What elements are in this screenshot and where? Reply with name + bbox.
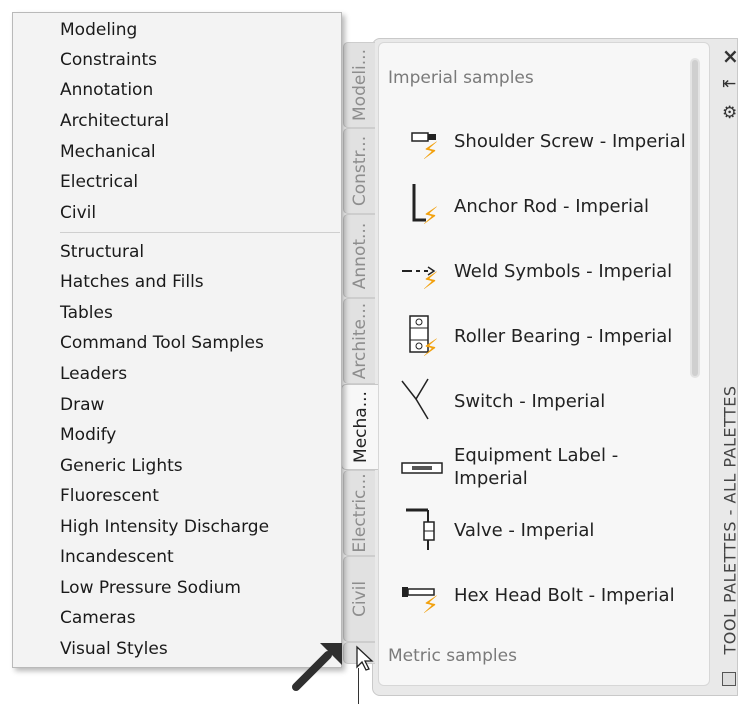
menu-item-visual-styles[interactable]: Visual Styles xyxy=(60,639,168,659)
tab-modeling[interactable]: Modeli... xyxy=(343,42,375,128)
shoulder-screw-icon: ⚡ xyxy=(398,115,450,167)
scrollbar-thumb[interactable] xyxy=(692,60,698,376)
tool-weld-symbols[interactable]: ⚡ Weld Symbols - Imperial xyxy=(398,244,688,298)
autohide-icon[interactable]: ⇤ xyxy=(722,74,736,94)
menu-item-civil[interactable]: Civil xyxy=(60,203,96,223)
close-icon[interactable]: × xyxy=(722,44,738,68)
tab-electrical[interactable]: Electric... xyxy=(343,470,375,556)
tool-switch[interactable]: Switch - Imperial xyxy=(398,374,688,428)
menu-item-mechanical[interactable]: Mechanical xyxy=(60,142,156,162)
menu-item-cameras[interactable]: Cameras xyxy=(60,608,136,628)
menu-separator xyxy=(60,232,340,233)
tool-shoulder-screw[interactable]: ⚡ Shoulder Screw - Imperial xyxy=(398,114,688,168)
properties-gear-icon[interactable]: ⚙ xyxy=(722,103,737,123)
menu-item-tables[interactable]: Tables xyxy=(60,303,113,323)
tab-civil[interactable]: Civil xyxy=(343,556,375,642)
roller-bearing-icon: ⚡ xyxy=(398,310,450,362)
tab-architectural[interactable]: Archite... xyxy=(343,298,375,384)
menu-item-annotation[interactable]: Annotation xyxy=(60,80,153,100)
tab-constraints[interactable]: Constr... xyxy=(343,128,375,214)
section-metric-samples: Metric samples xyxy=(388,646,517,666)
equipment-label-icon xyxy=(398,441,450,493)
tool-anchor-rod[interactable]: ⚡ Anchor Rod - Imperial xyxy=(398,179,688,233)
hex-head-bolt-icon: ⚡ xyxy=(398,569,450,621)
tab-annotation[interactable]: Annot... xyxy=(343,214,375,298)
section-imperial-samples: Imperial samples xyxy=(388,68,534,88)
menu-item-hatches-and-fills[interactable]: Hatches and Fills xyxy=(60,272,204,292)
palette-menu-icon[interactable] xyxy=(722,672,736,686)
tool-hex-head-bolt[interactable]: ⚡ Hex Head Bolt - Imperial xyxy=(398,568,688,622)
menu-item-command-tool-samples[interactable]: Command Tool Samples xyxy=(60,333,264,353)
weld-symbols-icon: ⚡ xyxy=(402,266,439,295)
tool-valve[interactable]: Valve - Imperial xyxy=(398,503,688,557)
menu-item-generic-lights[interactable]: Generic Lights xyxy=(60,456,183,476)
callout-arrow-icon xyxy=(292,643,342,691)
valve-icon xyxy=(398,504,450,556)
palette-title: TOOL PALETTES - ALL PALETTES xyxy=(720,385,738,655)
menu-item-modify[interactable]: Modify xyxy=(60,425,116,445)
menu-item-architectural[interactable]: Architectural xyxy=(60,111,169,131)
menu-item-fluorescent[interactable]: Fluorescent xyxy=(60,486,159,506)
menu-item-constraints[interactable]: Constraints xyxy=(60,50,157,70)
menu-item-high-intensity-discharge[interactable]: High Intensity Discharge xyxy=(60,517,269,537)
switch-icon xyxy=(398,375,450,427)
menu-item-incandescent[interactable]: Incandescent xyxy=(60,547,174,567)
menu-item-structural[interactable]: Structural xyxy=(60,242,144,262)
divider-line xyxy=(358,668,359,704)
menu-item-electrical[interactable]: Electrical xyxy=(60,172,138,192)
tab-mechanical[interactable]: Mecha... xyxy=(341,384,379,470)
menu-item-leaders[interactable]: Leaders xyxy=(60,364,127,384)
anchor-rod-icon: ⚡ xyxy=(398,180,450,232)
menu-item-low-pressure-sodium[interactable]: Low Pressure Sodium xyxy=(60,578,241,598)
tool-roller-bearing[interactable]: ⚡ Roller Bearing - Imperial xyxy=(398,309,688,363)
tool-equipment-label[interactable]: Equipment Label - Imperial xyxy=(398,438,688,496)
menu-item-modeling[interactable]: Modeling xyxy=(60,20,137,40)
menu-item-draw[interactable]: Draw xyxy=(60,395,104,415)
